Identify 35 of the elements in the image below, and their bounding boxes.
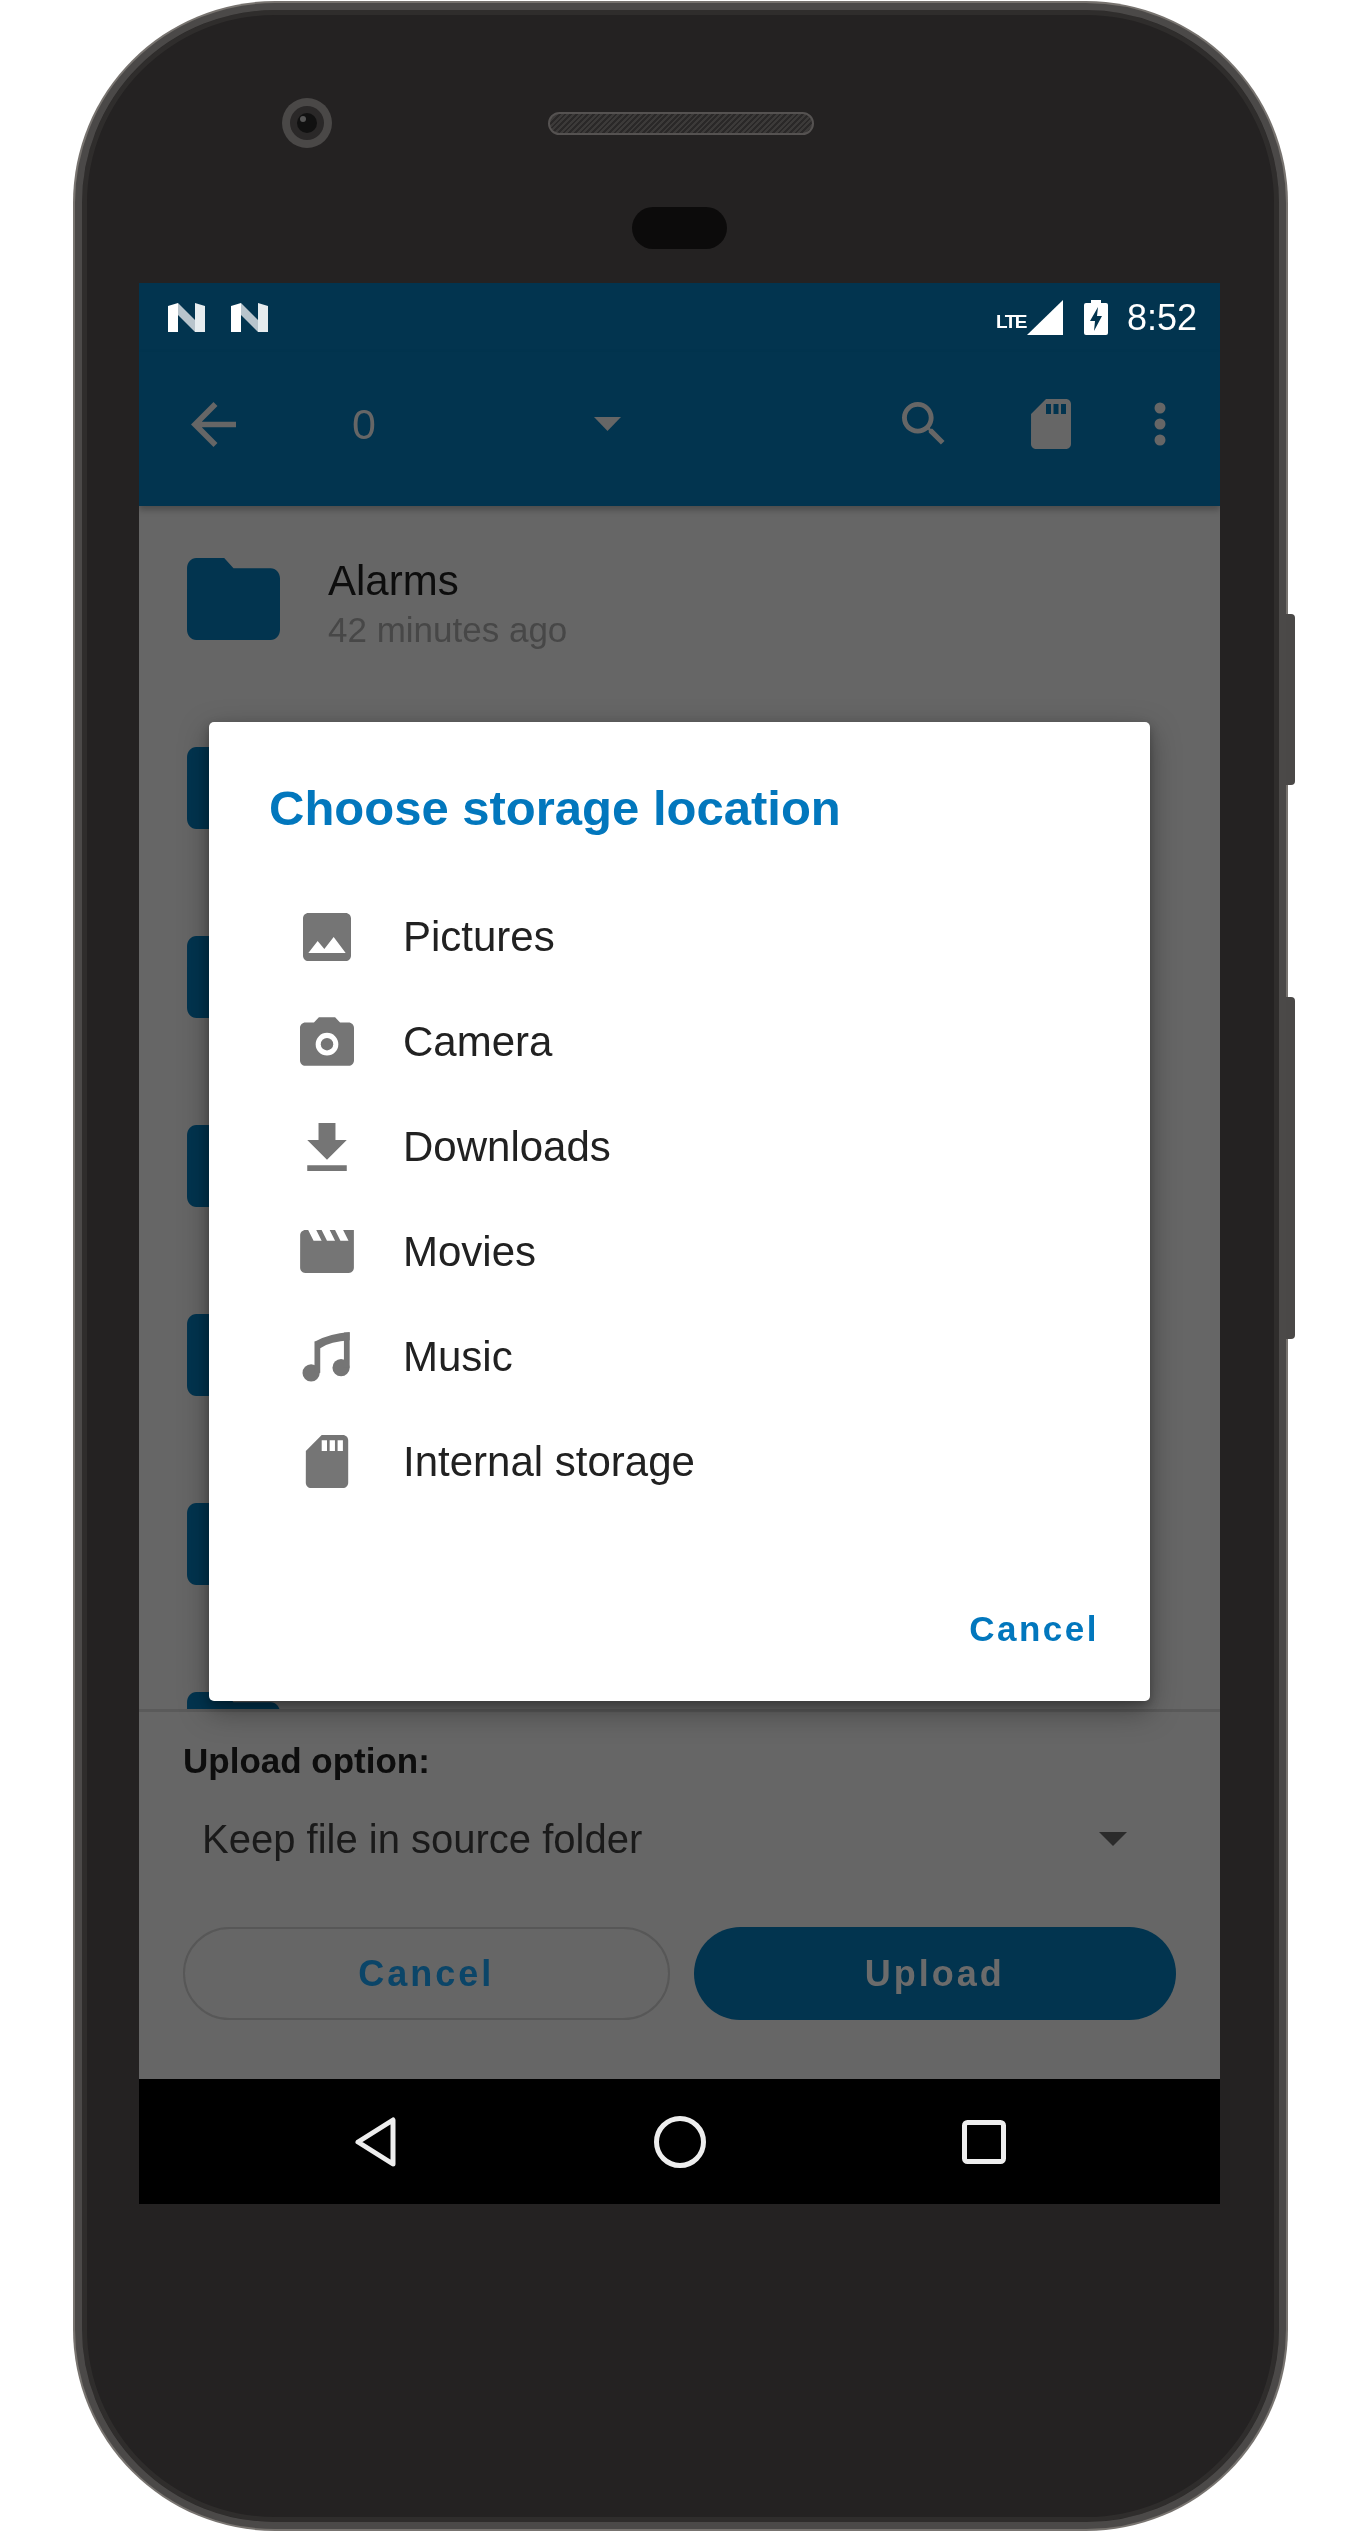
n-logo-icon — [168, 303, 205, 332]
storage-option[interactable]: Internal storage — [209, 1409, 1150, 1514]
sensor-icon — [632, 207, 727, 249]
storage-option[interactable]: Downloads — [209, 1094, 1150, 1199]
status-time: 8:52 — [1126, 297, 1197, 338]
dialog-title: Choose storage location — [268, 780, 842, 836]
folder-name: Alarms — [328, 558, 460, 604]
signal-icon — [1026, 300, 1063, 335]
download-icon — [307, 1122, 347, 1171]
folder-icon — [187, 558, 280, 640]
battery-charging-icon — [1083, 300, 1108, 335]
sd-card-icon — [305, 1435, 349, 1488]
back-icon[interactable] — [353, 2115, 398, 2168]
back-arrow-icon[interactable] — [191, 401, 236, 447]
front-camera-icon — [281, 97, 333, 149]
storage-option[interactable]: Movies — [209, 1199, 1150, 1304]
more-options-icon[interactable] — [1154, 402, 1166, 446]
dialog-cancel-button[interactable]: Cancel — [943, 1584, 1123, 1674]
storage-option[interactable]: Camera — [209, 989, 1150, 1094]
sd-card-icon[interactable] — [1031, 399, 1071, 449]
home-icon[interactable] — [653, 2115, 706, 2168]
recent-apps-icon[interactable] — [961, 2119, 1006, 2164]
n-logo-icon — [231, 303, 268, 332]
storage-option[interactable]: Music — [209, 1304, 1150, 1409]
network-type-label: LTE — [995, 311, 1026, 331]
search-icon[interactable] — [902, 401, 947, 447]
image-icon — [303, 912, 351, 961]
clapperboard-icon — [300, 1230, 354, 1273]
caret-icon — [593, 417, 621, 431]
upload-option-label: Upload option: — [183, 1740, 431, 1782]
speaker-grille-icon — [548, 111, 814, 135]
camera-icon — [300, 1017, 354, 1066]
storage-option[interactable]: Pictures — [209, 884, 1150, 989]
music-notes-icon — [301, 1331, 353, 1382]
caret-icon — [1099, 1832, 1127, 1846]
